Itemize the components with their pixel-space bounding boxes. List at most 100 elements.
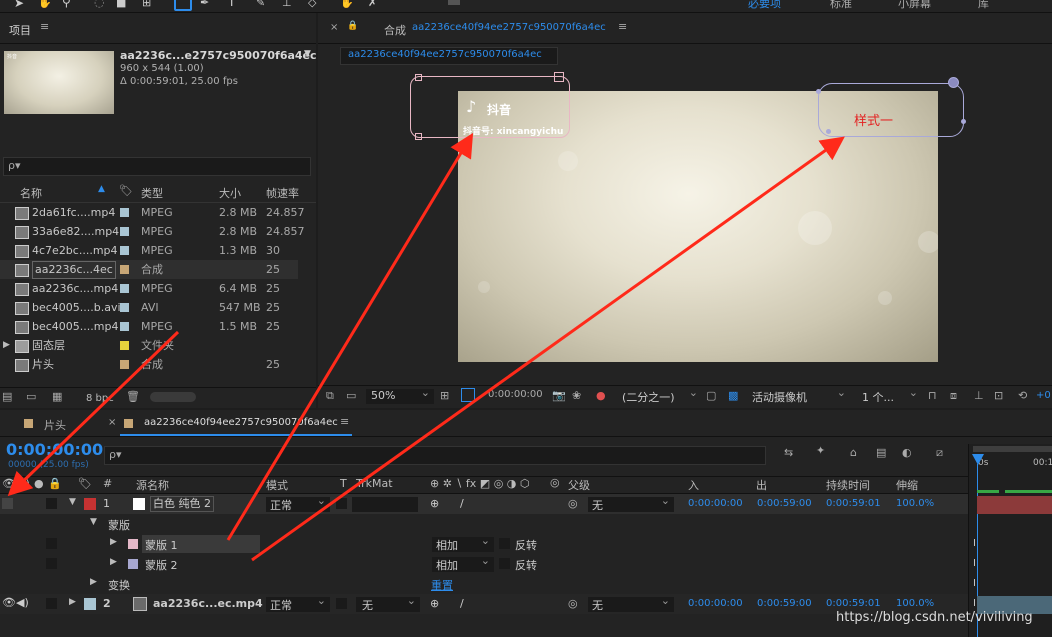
layer-1-lock-box[interactable] [46,498,57,509]
layer-2-out[interactable]: 0:00:59:00 [757,598,812,609]
project-item-label-color[interactable] [120,303,129,312]
project-item-label-color[interactable] [120,360,129,369]
layer-1-quality-switch[interactable]: / [460,497,464,510]
workspace-essentials[interactable]: 必要项 [748,0,781,11]
project-item-label-color[interactable] [120,341,129,350]
layer-1-name[interactable]: 白色 纯色 2 [150,496,214,512]
mask-1-handle-tl[interactable] [415,74,422,81]
project-item-row[interactable]: aa2236c....mp4 MPEG 6.4 MB 25 [0,279,298,298]
mask-1-invert-checkbox[interactable] [499,538,510,549]
thumbnail-dropdown-icon[interactable]: ▼ [304,49,311,59]
layer-2-shy-switch[interactable]: ⊕ [430,597,439,610]
rectangle-tool-icon[interactable] [174,0,192,11]
frame-blending-icon[interactable]: ▤ [876,446,886,459]
rotate-tool-icon[interactable]: ◌ [94,0,104,9]
layer-1-shy-switch[interactable]: ⊕ [430,497,439,510]
mask-2-handle-bl[interactable] [826,129,831,134]
project-item-name[interactable]: bec4005....mp4 [32,317,118,336]
col-parent[interactable]: 父级 [568,477,590,493]
mask-2-color[interactable] [128,559,138,569]
mask-1-handle-tr[interactable] [554,72,564,82]
layer-2-expand-icon[interactable]: ▶ [69,597,76,607]
toggle-pixel-aspect-icon[interactable]: ⊓ [928,389,937,402]
workspace-small-screen[interactable]: 小屏幕 [898,0,931,11]
project-item-name[interactable]: 33a6e82....mp4 [32,222,119,241]
hamburger-icon[interactable]: ≡ [40,20,49,33]
layer-1-duration[interactable]: 0:00:59:01 [826,498,881,509]
mask-visibility-icon[interactable] [461,388,475,402]
project-item-name[interactable]: aa2236c...4ec [32,261,116,279]
layer-row-1[interactable]: ▼ 1 白色 纯色 2 正常 ⊕ / ◎ 无 0:00:00:00 0:00:5… [0,494,968,514]
layer-2-visibility-icon[interactable]: 👁 [2,596,16,609]
layer-1-in[interactable]: 0:00:00:00 [688,498,743,509]
hand-tool-icon[interactable]: ✋ [38,0,52,9]
color-channels-icon[interactable]: ● [596,389,606,402]
flowchart-icon[interactable]: ⊥ [974,389,984,402]
project-search[interactable]: ρ▾ [3,157,311,176]
layer-2-label-color[interactable] [84,598,96,610]
project-item-name[interactable]: 固态层 [32,336,65,355]
show-snapshot-icon[interactable]: ❀ [572,389,581,402]
masks-group-row[interactable]: ▼ 蒙版 [0,514,968,534]
close-timeline-tab-icon[interactable]: × [108,417,116,428]
layer-1-stretch[interactable]: 100.0% [896,498,934,509]
comp-tab-menu-icon[interactable]: ≡ [618,20,627,33]
column-name[interactable]: 名称 [20,185,42,201]
delete-icon[interactable]: 🗑 [126,390,140,403]
project-item-label-color[interactable] [120,284,129,293]
roto-tool-icon[interactable]: ✋ [340,0,354,9]
project-item-row[interactable]: bec4005....b.avi AVI 547 MB 25 [0,298,298,317]
transform-reset-link[interactable]: 重置 [431,577,453,593]
draft-3d-icon[interactable]: ✦ [816,444,825,457]
exposure-value[interactable]: +0 [1036,390,1051,401]
mask-2-handle-tl[interactable] [816,89,821,94]
layer-1-trkmat-box[interactable] [352,497,418,512]
masks-group-expand-icon[interactable]: ▼ [90,517,97,527]
layer-1-duration-bar[interactable] [977,496,1052,514]
layer-1-label-color[interactable] [84,498,96,510]
layer-2-t-box[interactable] [336,598,347,609]
project-item-label-color[interactable] [120,246,129,255]
current-time-display[interactable]: 0:00:00:00 [6,440,103,459]
project-item-name[interactable]: 片头 [32,355,54,374]
timeline-search-input[interactable]: ρ▾ [109,448,122,461]
sort-ascending-icon[interactable]: ▲ [98,184,105,194]
safe-zones-icon[interactable]: ⊞ [440,389,449,402]
project-search-input[interactable]: ρ▾ [8,159,21,172]
timeline-link-icon[interactable]: ⊡ [994,389,1003,402]
comp-tab-name[interactable]: aa2236ce40f94ee2757c950070f6a4ec [412,22,606,33]
layer-row-2[interactable]: 👁 ◀) ▶ 2 aa2236c...ec.mp4 正常 无 ⊕ / ◎ 无 0… [0,594,968,614]
project-item-name[interactable]: bec4005....b.avi [32,298,121,317]
project-item-row[interactable]: 片头 合成 25 [0,355,298,374]
camera-dropdown[interactable]: 活动摄像机 [748,386,850,404]
pan-behind-tool-icon[interactable]: ⊞ [142,0,151,9]
puppet-tool-icon[interactable]: ✗ [368,0,377,9]
time-graph[interactable]: 0s 00:1 I I I I [968,444,1052,637]
layer-2-duration[interactable]: 0:00:59:01 [826,598,881,609]
project-item-name[interactable]: 2da61fc....mp4 [32,203,115,222]
layer-2-lock-box[interactable] [46,598,57,609]
transparency-grid-icon[interactable]: ▩ [728,389,738,402]
column-fps[interactable]: 帧速率 [266,185,299,201]
col-duration[interactable]: 持续时间 [826,477,870,493]
col-trkmat[interactable]: TrkMat [356,477,393,490]
layer-1-visibility-box[interactable] [2,498,13,509]
comp-breadcrumb[interactable]: aa2236ce40f94ee2757c950070f6a4ec [340,47,558,65]
mask-2-expand-icon[interactable]: ▶ [110,557,117,567]
transform-expand-icon[interactable]: ▶ [90,577,97,587]
layer-1-parent-pickwhip[interactable]: ◎ [568,497,578,510]
layer-2-quality-switch[interactable]: / [460,597,464,610]
mask-1-outline[interactable] [410,76,570,138]
layer-2-parent-pickwhip[interactable]: ◎ [568,597,578,610]
project-item-label-color[interactable] [120,208,129,217]
layer-1-mode-dropdown[interactable]: 正常 [266,494,330,512]
brush-tool-icon[interactable]: ✎ [256,0,265,9]
eraser-tool-icon[interactable]: ◇ [308,0,316,9]
column-type[interactable]: 类型 [141,185,163,201]
layer-2-name[interactable]: aa2236c...ec.mp4 [153,597,263,610]
clone-tool-icon[interactable]: ⊥ [282,0,292,9]
mask-2-handle-tr[interactable] [948,77,959,88]
layer-2-mode-dropdown[interactable]: 正常 [266,594,330,612]
new-comp-icon[interactable]: ▦ [52,390,62,403]
lock-icon[interactable]: 🔒 [347,21,358,31]
